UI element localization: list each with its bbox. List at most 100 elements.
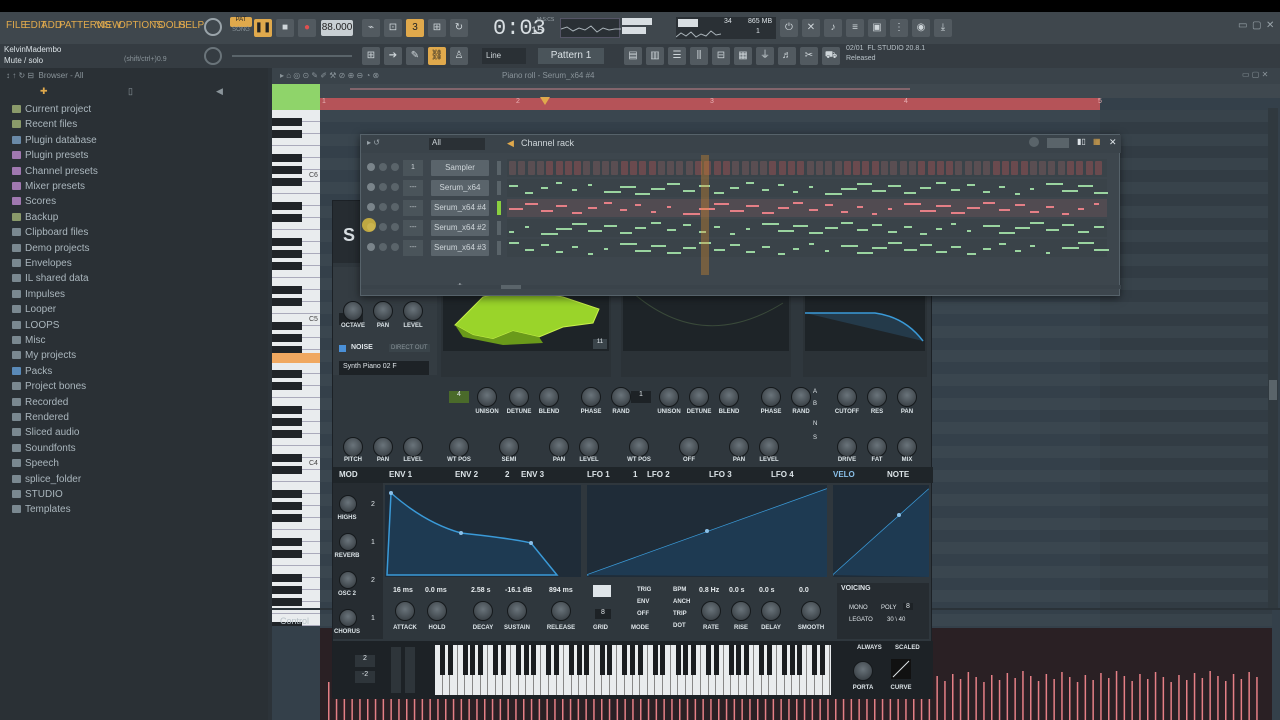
porta-knob[interactable] bbox=[853, 661, 873, 681]
velocity-bar[interactable] bbox=[1006, 673, 1009, 720]
step-button[interactable] bbox=[946, 161, 954, 175]
step-button[interactable] bbox=[685, 161, 693, 175]
step-button[interactable] bbox=[871, 161, 879, 175]
piano-roll-window-controls[interactable]: ▭ ▢ ✕ bbox=[1242, 70, 1268, 79]
serum-black-key[interactable] bbox=[569, 645, 575, 675]
stamp-icon[interactable]: ♙ bbox=[450, 47, 468, 65]
step-button[interactable] bbox=[806, 161, 814, 175]
lfo-mode-option[interactable]: ENV bbox=[637, 599, 649, 605]
channel-select-led[interactable] bbox=[497, 221, 501, 235]
step-button[interactable] bbox=[964, 161, 972, 175]
step-button[interactable] bbox=[536, 161, 544, 175]
filter-route-a[interactable]: A bbox=[813, 389, 817, 395]
channel-select-led[interactable] bbox=[497, 241, 501, 255]
black-key[interactable] bbox=[272, 214, 302, 222]
pitch-bend-down[interactable]: -2 bbox=[355, 671, 375, 683]
close-rack-icon[interactable]: ✕ bbox=[1109, 137, 1117, 148]
step-button[interactable] bbox=[564, 161, 572, 175]
serum-black-key[interactable] bbox=[820, 645, 825, 675]
black-key[interactable] bbox=[272, 418, 302, 426]
lfo-knob[interactable] bbox=[701, 601, 721, 621]
serum-black-key[interactable] bbox=[523, 645, 529, 675]
black-key[interactable] bbox=[272, 466, 302, 474]
mono-option[interactable]: MONO bbox=[849, 605, 868, 611]
osc-knob[interactable] bbox=[343, 301, 363, 321]
browser-item[interactable]: Misc bbox=[12, 335, 46, 349]
serum-black-key[interactable] bbox=[447, 645, 453, 675]
wait-input-icon[interactable]: ⊡ bbox=[384, 19, 402, 37]
legato-option[interactable]: LEGATO bbox=[849, 617, 873, 623]
browser-item[interactable]: splice_folder bbox=[12, 474, 81, 488]
rack-scrollbar[interactable] bbox=[361, 285, 1121, 289]
browser-item[interactable]: Demo projects bbox=[12, 243, 89, 257]
serum-black-key[interactable] bbox=[660, 645, 666, 675]
timeline-ruler[interactable]: 1 2 3 4 5 bbox=[320, 98, 1102, 110]
mod-tab[interactable]: ENV 1 bbox=[389, 468, 412, 482]
velocity-bar[interactable] bbox=[1022, 671, 1024, 720]
velocity-bar[interactable] bbox=[1178, 675, 1180, 720]
master-volume-knob[interactable] bbox=[204, 18, 222, 36]
mixer-track-number[interactable]: --- bbox=[403, 240, 423, 256]
osc-knob[interactable] bbox=[403, 301, 423, 321]
step-button[interactable] bbox=[741, 161, 749, 175]
panic-icon[interactable]: ✕ bbox=[802, 19, 820, 37]
mod-source-knob[interactable] bbox=[339, 495, 357, 513]
browser-item[interactable]: IL shared data bbox=[12, 273, 89, 287]
serum-black-key[interactable] bbox=[500, 645, 506, 675]
velocity-bar[interactable] bbox=[1217, 676, 1219, 720]
channel-pan-knob[interactable] bbox=[379, 223, 387, 231]
env-graph[interactable] bbox=[385, 485, 581, 577]
velocity-bar[interactable] bbox=[1232, 674, 1235, 720]
osc-knob[interactable] bbox=[837, 437, 857, 457]
rack-menu-icon[interactable]: ▸ ↺ bbox=[367, 138, 380, 147]
osc-knob[interactable] bbox=[539, 387, 559, 407]
browser-item[interactable]: Looper bbox=[12, 304, 56, 318]
osc-knob[interactable] bbox=[477, 387, 497, 407]
step-button[interactable] bbox=[843, 161, 851, 175]
curve-display[interactable] bbox=[891, 659, 911, 679]
velocity-graph[interactable] bbox=[832, 485, 930, 577]
serum-black-key[interactable] bbox=[478, 645, 483, 675]
channel-vol-knob[interactable] bbox=[391, 223, 399, 231]
env-knob[interactable] bbox=[551, 601, 571, 621]
poly-value[interactable]: 8 bbox=[903, 603, 913, 610]
serum-black-key[interactable] bbox=[652, 645, 658, 675]
osc-knob[interactable] bbox=[791, 387, 811, 407]
metronome-icon[interactable]: ⌁ bbox=[362, 19, 380, 37]
cart-icon[interactable]: ⛟ bbox=[822, 47, 840, 65]
velocity-bar[interactable] bbox=[1123, 676, 1126, 720]
osc-knob[interactable] bbox=[611, 387, 631, 407]
browser-icon[interactable]: ⊟ bbox=[712, 47, 730, 65]
tempo-tap-icon[interactable]: ♬ bbox=[778, 47, 796, 65]
serum-black-key[interactable] bbox=[440, 645, 445, 675]
lfo-timing-option[interactable]: BPM bbox=[673, 587, 686, 593]
serum-black-key[interactable] bbox=[493, 645, 499, 675]
mod-tab[interactable]: LFO 1 bbox=[587, 468, 610, 482]
lfo-mode-option[interactable]: OFF bbox=[637, 611, 649, 617]
velocity-bar[interactable] bbox=[998, 680, 1001, 720]
serum-black-key[interactable] bbox=[554, 645, 559, 675]
step-button[interactable] bbox=[1011, 161, 1019, 175]
black-key[interactable] bbox=[272, 430, 302, 438]
step-button[interactable] bbox=[974, 161, 981, 175]
velocity-bar[interactable] bbox=[1053, 679, 1055, 720]
step-button[interactable] bbox=[862, 161, 870, 175]
step-seq-icon[interactable]: ⊞ bbox=[362, 47, 380, 65]
osc-knob[interactable] bbox=[449, 437, 469, 457]
step-button[interactable] bbox=[667, 161, 675, 175]
osc-knob[interactable] bbox=[343, 437, 363, 457]
maximize-icon[interactable]: ▢ bbox=[1252, 20, 1261, 31]
velocity-bar[interactable] bbox=[952, 674, 954, 720]
loop-record-icon[interactable]: ↻ bbox=[450, 19, 468, 37]
step-button[interactable] bbox=[927, 161, 935, 175]
step-button[interactable] bbox=[732, 161, 740, 175]
velocity-bar[interactable] bbox=[991, 675, 993, 720]
step-area[interactable] bbox=[507, 179, 1108, 197]
step-button[interactable] bbox=[899, 161, 907, 175]
osc-knob[interactable] bbox=[579, 437, 599, 457]
env-knob[interactable] bbox=[427, 601, 447, 621]
step-button[interactable] bbox=[1020, 161, 1028, 175]
step-button[interactable] bbox=[676, 161, 684, 175]
step-button[interactable] bbox=[722, 161, 730, 175]
black-key[interactable] bbox=[272, 514, 302, 522]
